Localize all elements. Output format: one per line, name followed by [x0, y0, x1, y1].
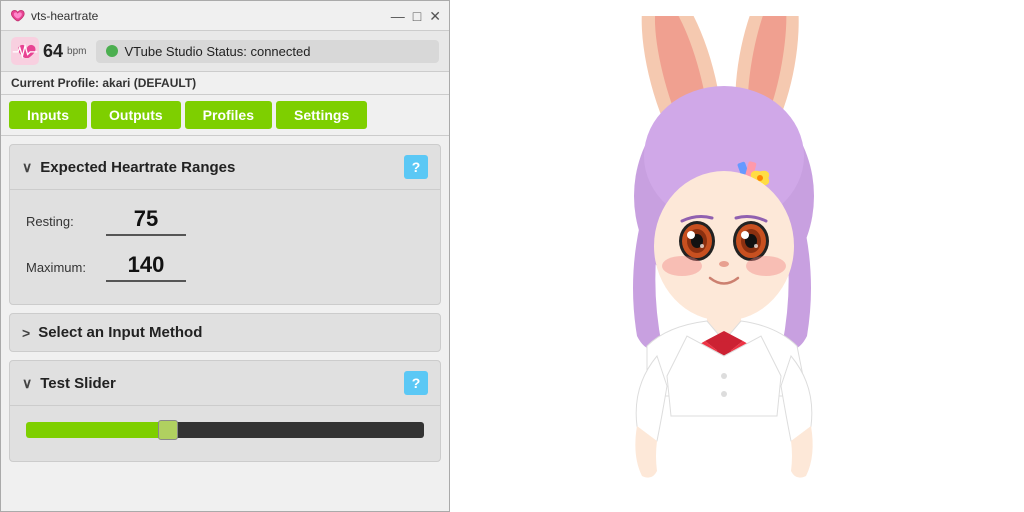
- test-slider-title: Test Slider: [40, 375, 116, 392]
- tab-inputs[interactable]: Inputs: [9, 101, 87, 129]
- test-slider-header-left: ∨ Test Slider: [22, 375, 116, 392]
- titlebar: vts-heartrate — □ ✕: [1, 1, 449, 31]
- heart-logo-icon: [9, 8, 25, 24]
- slider-container: [26, 414, 424, 447]
- input-method-header-left: > Select an Input Method: [22, 324, 202, 341]
- vtuber-character: [567, 16, 907, 496]
- test-slider-help-button[interactable]: ?: [404, 371, 428, 395]
- maximize-button[interactable]: □: [413, 9, 421, 23]
- heartrate-ranges-section: ∨ Expected Heartrate Ranges ? Resting: 7…: [9, 144, 441, 305]
- heartrate-help-button[interactable]: ?: [404, 155, 428, 179]
- vtube-status-text: VTube Studio Status: connected: [124, 44, 310, 59]
- maximum-value: 140: [106, 252, 186, 282]
- tab-profiles[interactable]: Profiles: [185, 101, 272, 129]
- input-method-chevron-icon: >: [22, 325, 30, 341]
- vtuber-panel: [450, 0, 1024, 512]
- heartrate-chevron-icon: ∨: [22, 159, 32, 176]
- test-slider-chevron-icon: ∨: [22, 375, 32, 392]
- tab-settings[interactable]: Settings: [276, 101, 367, 129]
- profile-name: akari (DEFAULT): [102, 76, 196, 90]
- app-window: vts-heartrate — □ ✕ 64 bpm VTube Studio …: [0, 0, 450, 512]
- status-dot: [106, 45, 118, 57]
- bpm-value: 64: [43, 41, 63, 62]
- test-slider-header[interactable]: ∨ Test Slider ?: [10, 361, 440, 405]
- resting-row: Resting: 75: [26, 198, 424, 244]
- window-controls[interactable]: — □ ✕: [391, 9, 441, 23]
- profile-label: Current Profile:: [11, 76, 99, 90]
- input-method-header[interactable]: > Select an Input Method: [10, 314, 440, 351]
- maximum-row: Maximum: 140: [26, 244, 424, 290]
- status-bar: 64 bpm VTube Studio Status: connected: [1, 31, 449, 72]
- resting-value: 75: [106, 206, 186, 236]
- heartrate-ranges-header[interactable]: ∨ Expected Heartrate Ranges ?: [10, 145, 440, 189]
- heartrate-ranges-body: Resting: 75 Maximum: 140: [10, 189, 440, 304]
- maximum-label: Maximum:: [26, 260, 106, 275]
- heartrate-ranges-header-left: ∨ Expected Heartrate Ranges: [22, 159, 235, 176]
- profile-bar: Current Profile: akari (DEFAULT): [1, 72, 449, 95]
- window-title: vts-heartrate: [31, 9, 98, 23]
- tab-outputs[interactable]: Outputs: [91, 101, 181, 129]
- bpm-unit: bpm: [67, 46, 86, 57]
- test-slider-input[interactable]: [26, 422, 424, 438]
- resting-label: Resting:: [26, 214, 106, 229]
- minimize-button[interactable]: —: [391, 9, 405, 23]
- nav-tabs: Inputs Outputs Profiles Settings: [1, 95, 449, 136]
- close-button[interactable]: ✕: [429, 9, 441, 23]
- input-method-section: > Select an Input Method: [9, 313, 441, 352]
- titlebar-left: vts-heartrate: [9, 8, 98, 24]
- content-area: ∨ Expected Heartrate Ranges ? Resting: 7…: [1, 136, 449, 511]
- test-slider-section: ∨ Test Slider ?: [9, 360, 441, 462]
- bpm-display: 64 bpm: [11, 37, 86, 65]
- vtube-status-bar: VTube Studio Status: connected: [96, 40, 439, 63]
- test-slider-body: [10, 405, 440, 461]
- input-method-title: Select an Input Method: [38, 324, 202, 341]
- heartrate-icon: [11, 37, 39, 65]
- heartrate-ranges-title: Expected Heartrate Ranges: [40, 159, 235, 176]
